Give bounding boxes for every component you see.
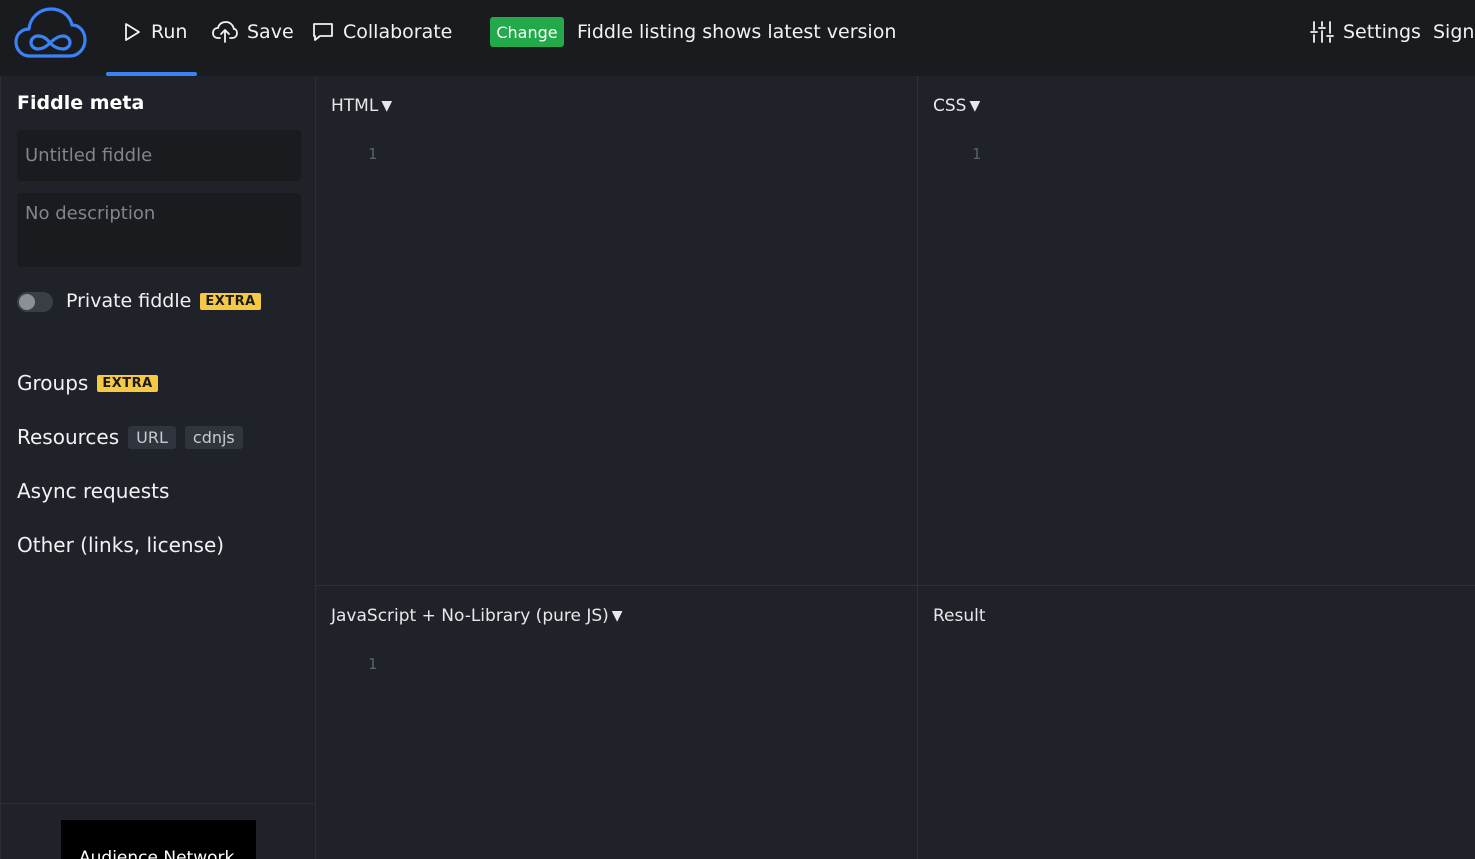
settings-button[interactable]: Settings <box>1310 14 1421 50</box>
sign-label: Sign <box>1433 21 1475 43</box>
js-panel-label[interactable]: JavaScript + No-Library (pure JS) ▼ <box>331 606 623 626</box>
css-label-text: CSS <box>933 96 967 116</box>
toggle-knob <box>19 294 35 310</box>
js-label-text: JavaScript + No-Library (pure JS) <box>331 606 609 626</box>
css-panel-label[interactable]: CSS ▼ <box>933 96 980 116</box>
cloud-upload-icon <box>212 21 238 43</box>
sliders-icon <box>1310 21 1334 43</box>
line-number: 1 <box>368 145 378 163</box>
async-requests-label: Async requests <box>17 479 170 503</box>
chat-bubble-icon <box>313 23 333 41</box>
js-editor[interactable] <box>396 648 907 849</box>
ad-text: Audience Network <box>79 848 235 859</box>
sidebar-divider <box>1 803 316 804</box>
settings-label: Settings <box>1343 21 1421 43</box>
change-badge[interactable]: Change <box>490 17 564 47</box>
run-button[interactable]: Run <box>122 14 187 50</box>
other-label: Other (links, license) <box>17 533 225 557</box>
caret-down-icon: ▼ <box>611 608 623 624</box>
cloud-infinity-logo-icon[interactable] <box>14 6 88 60</box>
fiddle-title-input[interactable] <box>17 130 301 181</box>
private-fiddle-toggle[interactable] <box>17 292 53 312</box>
html-editor[interactable] <box>396 138 907 575</box>
app-root: Run Save Collaborate Change Fiddle listi… <box>0 0 1475 859</box>
html-panel: HTML ▼ 1 <box>316 76 917 585</box>
cdnjs-tag[interactable]: cdnjs <box>184 425 243 449</box>
top-toolbar: Run Save Collaborate Change Fiddle listi… <box>0 0 1475 76</box>
line-number: 1 <box>368 655 378 673</box>
css-panel: CSS ▼ 1 <box>918 76 1475 585</box>
sign-in-button[interactable]: Sign <box>1433 14 1474 50</box>
extra-badge: EXTRA <box>200 292 261 310</box>
result-panel: Result <box>918 586 1475 859</box>
extra-badge: EXTRA <box>97 374 158 392</box>
groups-label: Groups <box>17 371 89 395</box>
fiddle-meta-sidebar: Fiddle meta Private fiddle EXTRA Groups … <box>0 76 316 859</box>
css-editor[interactable] <box>998 138 1465 575</box>
result-panel-label: Result <box>933 606 986 626</box>
panel-resize-handle-vertical[interactable] <box>917 76 918 859</box>
url-tag[interactable]: URL <box>128 425 176 449</box>
save-button[interactable]: Save <box>212 14 294 50</box>
sidebar-item-async-requests[interactable]: Async requests <box>17 479 169 503</box>
fiddle-description-input[interactable] <box>17 193 301 267</box>
javascript-panel: JavaScript + No-Library (pure JS) ▼ 1 <box>316 586 917 859</box>
html-label-text: HTML <box>331 96 379 116</box>
play-icon <box>125 23 140 41</box>
collaborate-button[interactable]: Collaborate <box>312 14 452 50</box>
private-fiddle-row[interactable]: Private fiddle EXTRA <box>66 290 261 312</box>
sidebar-item-resources[interactable]: Resources URL cdnjs <box>17 425 243 449</box>
sidebar-item-other[interactable]: Other (links, license) <box>17 533 224 557</box>
save-label: Save <box>247 21 294 43</box>
sidebar-title: Fiddle meta <box>17 92 145 114</box>
collaborate-label: Collaborate <box>343 21 453 43</box>
private-fiddle-label: Private fiddle <box>66 290 192 312</box>
sidebar-item-groups[interactable]: Groups EXTRA <box>17 371 158 395</box>
line-number: 1 <box>972 145 982 163</box>
run-label: Run <box>151 21 188 43</box>
caret-down-icon: ▼ <box>969 98 981 114</box>
advertisement[interactable]: Audience Network <box>61 820 256 859</box>
announcement-text[interactable]: Fiddle listing shows latest version <box>577 18 896 46</box>
panel-resize-handle-horizontal[interactable] <box>316 585 1475 586</box>
caret-down-icon: ▼ <box>381 98 393 114</box>
result-label-text: Result <box>933 606 986 626</box>
resources-label: Resources <box>17 425 120 449</box>
html-panel-label[interactable]: HTML ▼ <box>331 96 392 116</box>
